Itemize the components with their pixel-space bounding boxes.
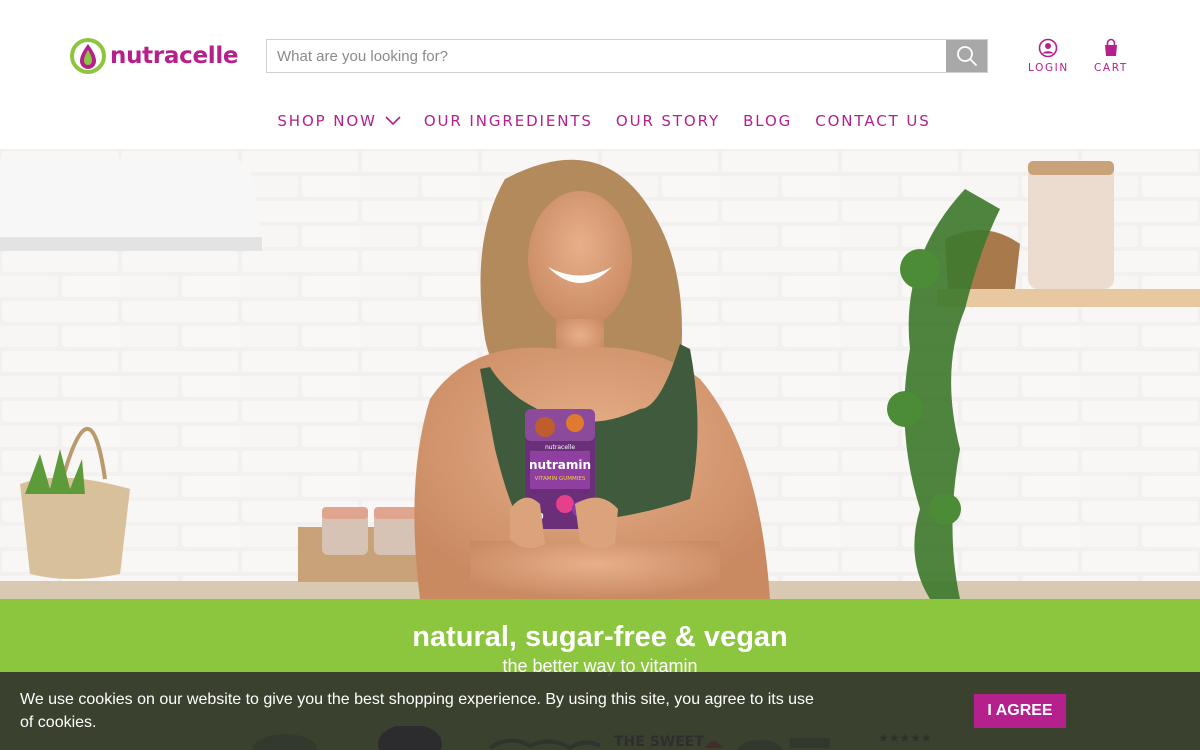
cart-link[interactable]: CART <box>1094 38 1128 74</box>
user-icon <box>1039 38 1058 58</box>
login-label: LOGIN <box>1028 62 1069 74</box>
search-button[interactable] <box>946 40 987 72</box>
tagline-title: natural, sugar-free & vegan <box>412 621 788 653</box>
nav-shop-now[interactable]: SHOP NOW <box>277 112 401 130</box>
site-header: nutracelle LOGIN CART SHOP NOW <box>0 0 1200 149</box>
search-icon <box>956 46 977 66</box>
login-link[interactable]: LOGIN <box>1028 38 1069 74</box>
range-hood <box>0 159 262 249</box>
chevron-down-icon <box>385 116 401 126</box>
nav-contact-us[interactable]: CONTACT US <box>815 112 930 130</box>
cart-label: CART <box>1094 62 1128 74</box>
brand-logo[interactable]: nutracelle <box>70 38 239 74</box>
main-nav: SHOP NOW OUR INGREDIENTS OUR STORY BLOG … <box>0 112 1200 130</box>
agree-button[interactable]: I AGREE <box>974 694 1066 728</box>
shopping-bag-icon <box>1104 38 1117 56</box>
hero-image: nutracelle nutramin VITAMIN GUMMIES 90 <box>0 149 1200 599</box>
cookie-message: We use cookies on our website to give yo… <box>20 691 814 731</box>
svg-text:VITAMIN GUMMIES: VITAMIN GUMMIES <box>535 476 586 482</box>
hands <box>510 497 545 548</box>
face <box>528 191 632 327</box>
nav-blog[interactable]: BLOG <box>743 112 792 130</box>
brand-name: nutracelle <box>110 43 239 69</box>
nav-shop-now-label: SHOP NOW <box>277 112 377 130</box>
wall-shelf <box>937 289 1200 307</box>
hero-banner[interactable]: nutracelle nutramin VITAMIN GUMMIES 90 <box>0 149 1200 599</box>
svg-text:nutramin: nutramin <box>529 458 591 472</box>
search-bar <box>266 39 988 73</box>
nav-our-story[interactable]: OUR STORY <box>616 112 720 130</box>
search-input[interactable] <box>267 40 946 72</box>
nav-our-ingredients[interactable]: OUR INGREDIENTS <box>424 112 593 130</box>
logo-drop-icon <box>70 38 106 74</box>
cookie-banner: We use cookies on our website to give yo… <box>0 672 1200 750</box>
svg-text:nutracelle: nutracelle <box>545 444 575 451</box>
